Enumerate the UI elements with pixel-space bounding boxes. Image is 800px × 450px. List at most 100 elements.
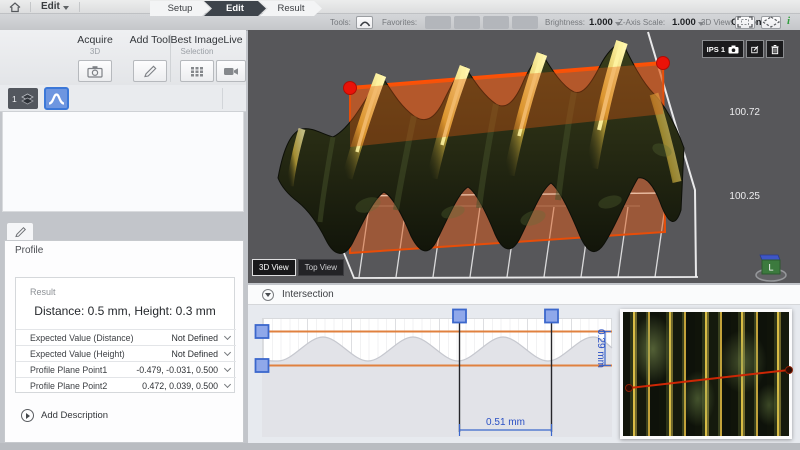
favorite-slot-3[interactable]	[483, 16, 509, 29]
add-description-button[interactable]: Add Description	[21, 409, 108, 422]
favorite-slot-1[interactable]	[425, 16, 451, 29]
zaxis-label: Z-Axis Scale:	[618, 18, 665, 27]
best-image-label: Best Image	[170, 34, 223, 46]
brightness-value-text: 1.000	[589, 17, 613, 28]
tab-setup-label: Setup	[168, 3, 193, 14]
tab-setup[interactable]: Setup	[150, 1, 210, 16]
favorites-label: Favorites:	[382, 18, 417, 27]
pencil-icon	[14, 226, 27, 238]
trash-icon	[771, 44, 779, 55]
orientation-label: L	[768, 263, 773, 273]
info-icon[interactable]: i	[787, 15, 790, 27]
row-value: Not Defined	[172, 349, 218, 359]
brightness-value[interactable]: 1.000	[589, 17, 621, 28]
chevron-down-icon	[224, 349, 231, 356]
bottom-strip	[0, 443, 800, 450]
add-tool-button[interactable]	[133, 60, 167, 82]
edit-menu[interactable]: Edit	[31, 0, 79, 13]
live-button[interactable]	[216, 60, 246, 82]
profile-line-endpoint-1[interactable]	[626, 385, 633, 392]
tools-label: Tools:	[330, 18, 351, 27]
best-image-button[interactable]	[180, 60, 214, 82]
layers-icon	[20, 92, 35, 106]
pencil-icon	[143, 65, 157, 78]
best-image-group: Best Image Selection	[170, 34, 223, 56]
profile-endpoint-2[interactable]	[657, 57, 670, 70]
zaxis-value[interactable]: 1.000	[672, 17, 704, 28]
zaxis-value-text: 1.000	[672, 17, 696, 28]
row-value: Not Defined	[172, 333, 218, 343]
cursor-handle-2[interactable]	[545, 310, 558, 323]
row-expected-distance[interactable]: Expected Value (Distance) Not Defined	[16, 329, 236, 345]
camera-icon	[87, 65, 103, 78]
orientation-widget[interactable]: L	[750, 251, 792, 283]
thumbnail-number: 1	[12, 94, 17, 104]
favorite-slot-2[interactable]	[454, 16, 480, 29]
profile-line[interactable]	[629, 370, 789, 388]
ips-label: IPS 1	[707, 45, 725, 54]
grid-icon	[190, 65, 204, 78]
profile-tool-tab[interactable]	[6, 222, 34, 240]
video-camera-icon	[223, 66, 239, 77]
add-tool-group: Add Tool	[130, 34, 171, 46]
camera-icon	[728, 45, 739, 54]
profile-panel-title: Profile	[15, 245, 43, 256]
row-label: Profile Plane Point1	[30, 365, 136, 375]
thumbnail-dataset-1[interactable]: 1	[8, 88, 38, 109]
view-top-button[interactable]: Top View	[298, 259, 344, 276]
cursor-handle-1[interactable]	[453, 310, 466, 323]
tool-list-area	[2, 112, 244, 212]
profile-tool-icon	[359, 18, 371, 27]
profile-area	[262, 337, 612, 437]
delete-button[interactable]	[766, 40, 784, 58]
row-plane-point1[interactable]: Profile Plane Point1 -0.479, -0.031, 0.5…	[16, 361, 236, 377]
thumbnail-profile-tool-selected[interactable]	[44, 87, 69, 110]
chevron-down-icon	[224, 381, 231, 388]
menubar: Edit	[0, 0, 800, 14]
selection-frame-button[interactable]	[735, 16, 755, 29]
acquire-3d-button[interactable]	[78, 60, 112, 82]
z-axis-label-lower: 100.25	[729, 191, 760, 202]
top-view-photo[interactable]	[620, 309, 792, 439]
collapse-icon	[262, 289, 274, 301]
viewport-action-group: IPS 1	[702, 40, 784, 58]
intersection-header[interactable]: Intersection	[248, 285, 800, 305]
ips-capture-button[interactable]: IPS 1	[702, 40, 744, 58]
chevron-down-icon	[224, 333, 231, 340]
export-annotate-button[interactable]	[746, 40, 764, 58]
row-label: Profile Plane Point2	[30, 381, 142, 391]
upper-line-handle[interactable]	[256, 325, 269, 338]
row-plane-point2[interactable]: Profile Plane Point2 0.472, 0.039, 0.500	[16, 377, 236, 393]
plot-overlay: 0.51 mm 0.29 mm	[250, 306, 618, 443]
acquire-group: Acquire 3D	[77, 34, 113, 56]
view-3d-button[interactable]: 3D View	[252, 259, 296, 276]
tools-profile-button[interactable]	[356, 16, 373, 29]
scene-3d	[248, 30, 800, 283]
viewport-3d[interactable]: 100.72 100.25 IPS 1	[248, 30, 800, 283]
height-dimension-label: 0.29 mm	[595, 329, 606, 368]
favorite-slot-4[interactable]	[512, 16, 538, 29]
tab-edit[interactable]: Edit	[204, 1, 266, 16]
plane-toggle-button[interactable]	[761, 16, 781, 29]
add-description-label: Add Description	[41, 410, 108, 421]
profile-endpoint-1[interactable]	[344, 82, 357, 95]
expand-arrow-icon	[21, 409, 34, 422]
add-tool-label: Add Tool	[130, 34, 171, 46]
acquire-toolbar: Acquire 3D Add Tool Best Image Selection…	[0, 30, 246, 85]
profile-line-endpoint-2[interactable]	[786, 367, 793, 374]
row-expected-height[interactable]: Expected Value (Height) Not Defined	[16, 345, 236, 361]
view-mode-switch: 3D View Top View	[252, 259, 344, 276]
chevron-down-icon	[224, 365, 231, 372]
tab-result[interactable]: Result	[260, 1, 322, 16]
view3d-label: 3D View:	[701, 18, 733, 27]
row-value: 0.472, 0.039, 0.500	[142, 381, 218, 391]
lower-line-handle[interactable]	[256, 359, 269, 372]
live-label: Live	[223, 34, 242, 46]
row-value: -0.479, -0.031, 0.500	[136, 365, 218, 375]
z-axis-label-upper: 100.72	[729, 107, 760, 118]
home-button[interactable]	[0, 0, 30, 13]
plane-diamond-icon	[762, 16, 780, 28]
menubar-separator2	[79, 2, 80, 12]
selection-frame-icon	[737, 16, 753, 28]
application-window: Edit Setup Edit Result Tools: Favorites:…	[0, 0, 800, 450]
